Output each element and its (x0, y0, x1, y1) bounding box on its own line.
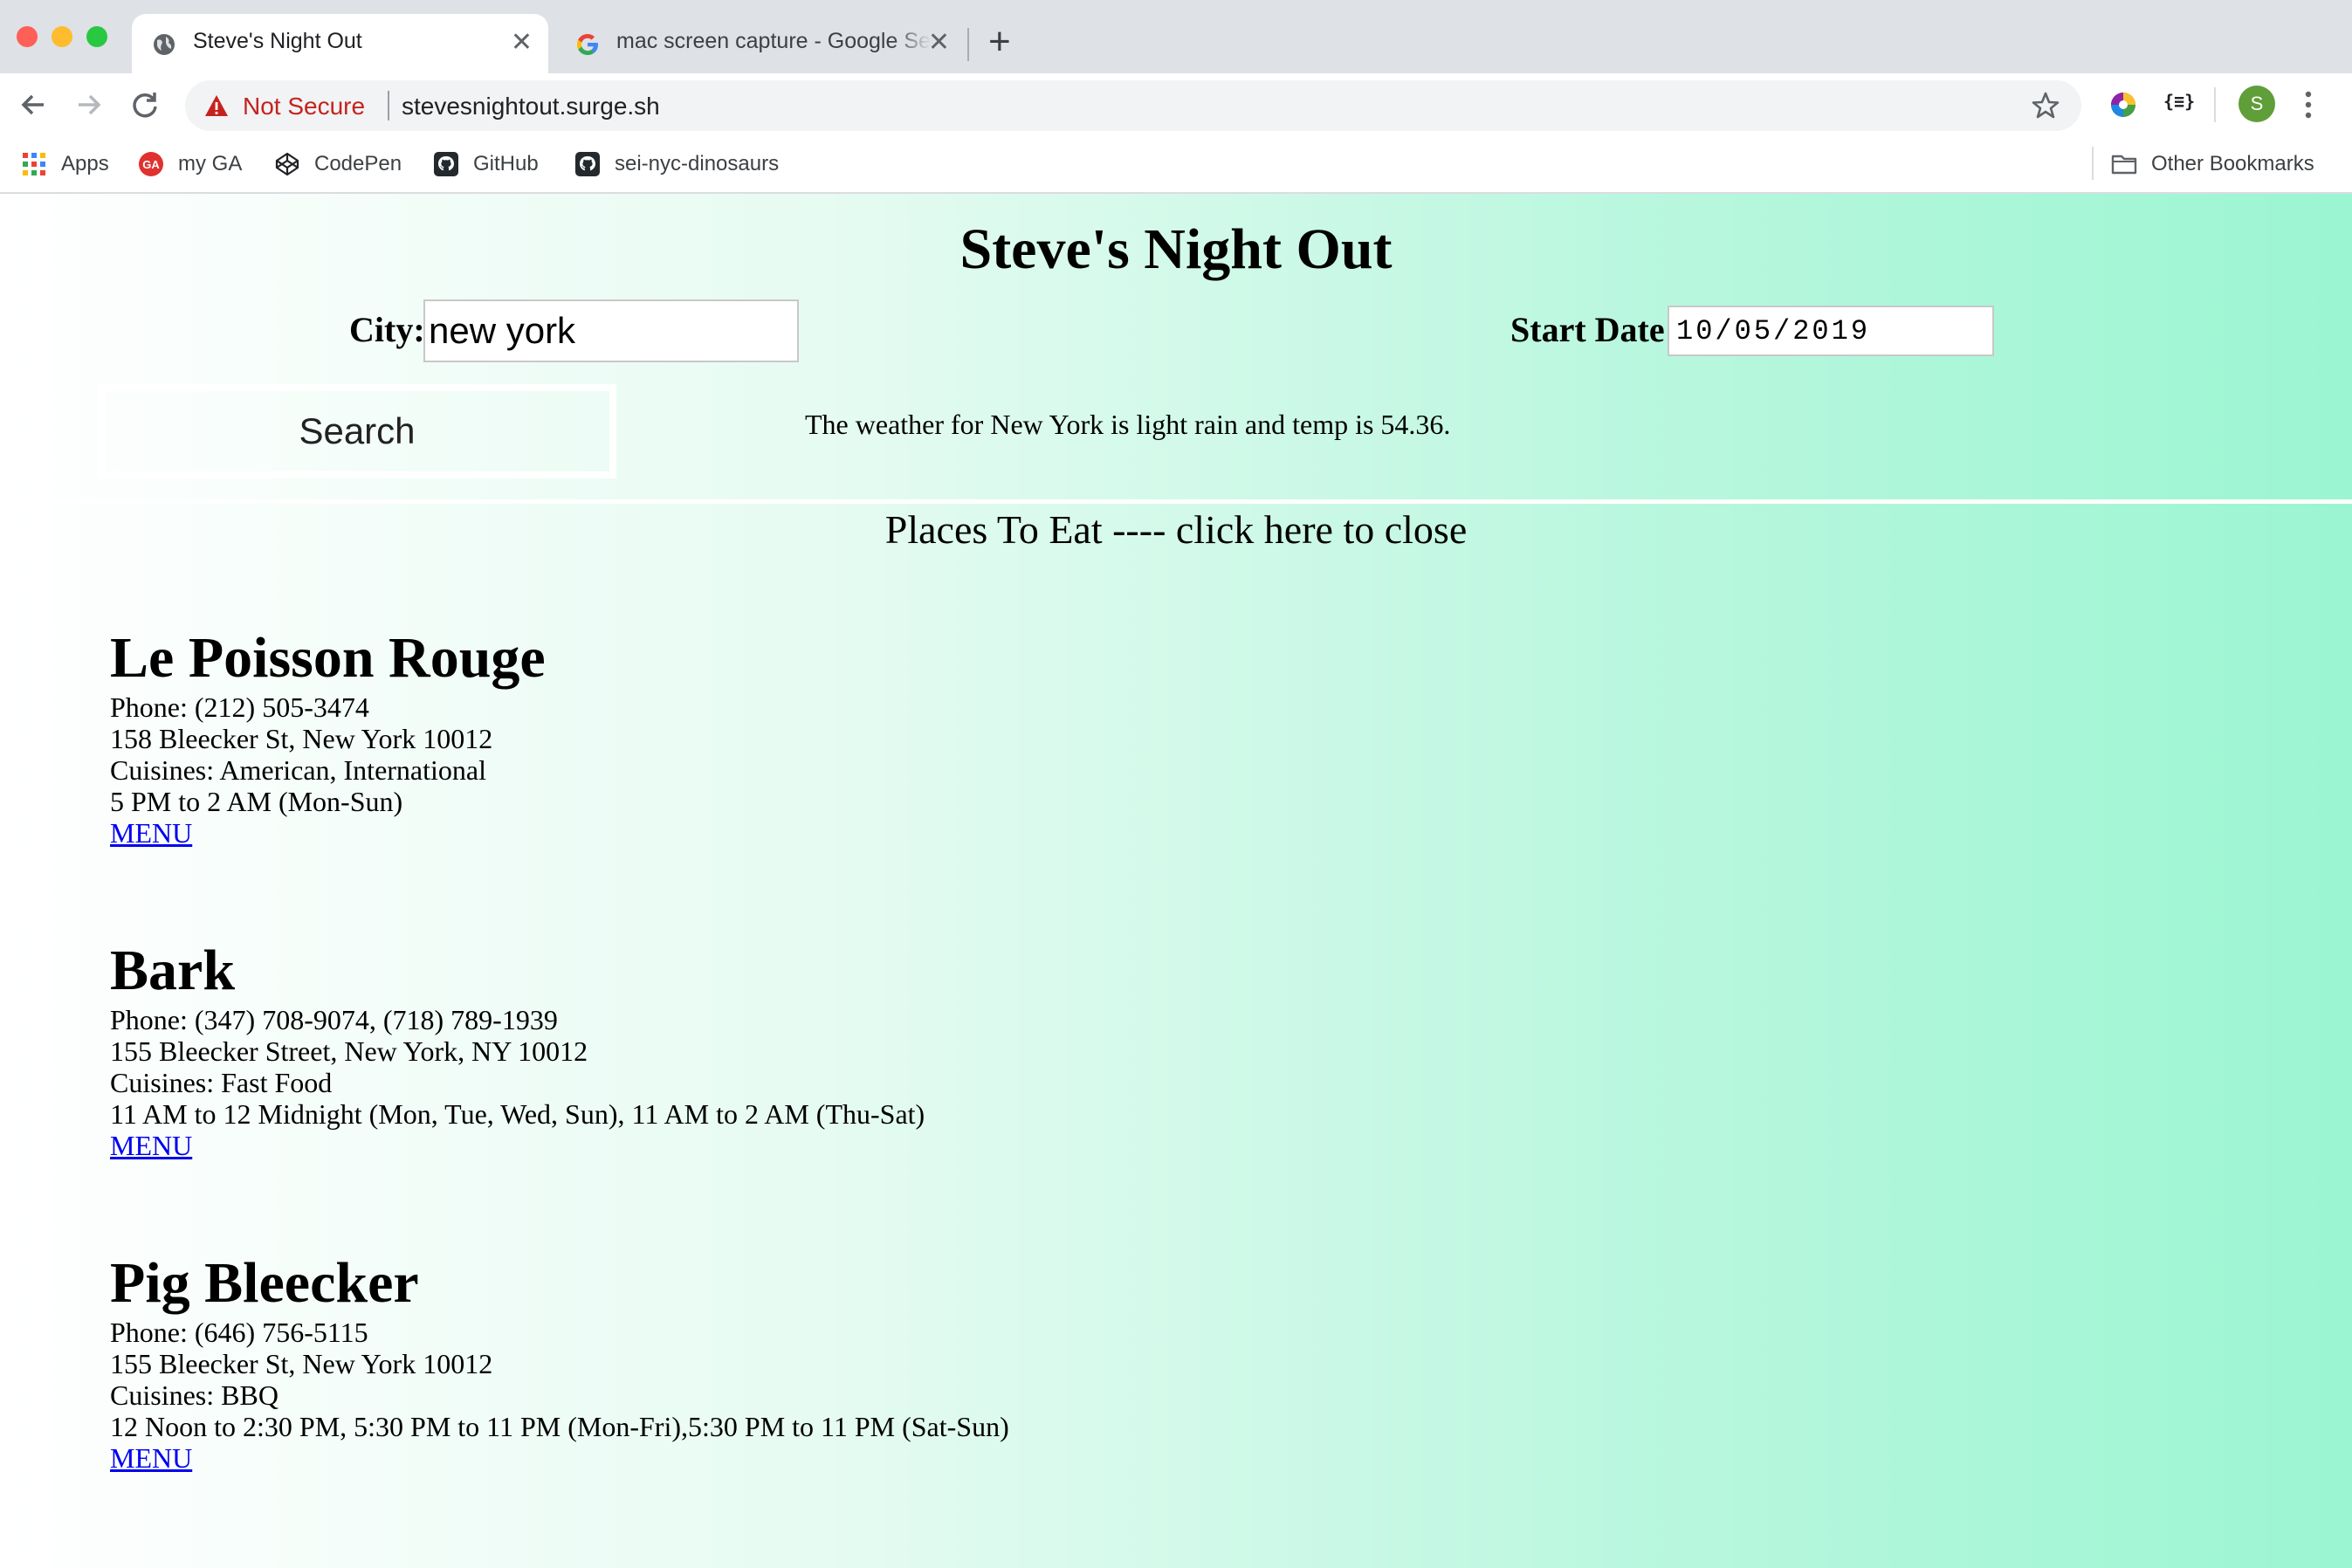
bookmark-github[interactable]: GitHub (433, 147, 539, 182)
menu-link[interactable]: MENU (110, 1442, 192, 1474)
github-icon (434, 152, 458, 176)
restaurant-card: Le Poisson Rouge Phone: (212) 505-3474 1… (110, 625, 1009, 938)
toolbar-separator (2214, 87, 2216, 122)
page-title: Steve's Night Out (959, 217, 1393, 281)
restaurant-phone: Phone: (212) 505-3474 (110, 691, 369, 723)
restaurant-cuisines: Cuisines: BBQ (110, 1379, 279, 1411)
bookmarks-separator (2092, 147, 2094, 180)
close-tab-icon[interactable]: ✕ (928, 30, 950, 56)
restaurant-cuisines: Cuisines: American, International (110, 754, 486, 786)
restaurant-card: Bark Phone: (347) 708-9074, (718) 789-19… (110, 938, 1009, 1250)
globe-icon (154, 34, 175, 55)
svg-text:GA: GA (142, 158, 160, 171)
tab-title: mac screen capture - Google Search (616, 29, 931, 53)
restaurant-cuisines: Cuisines: Fast Food (110, 1067, 333, 1098)
bookmark-sei-nyc-dinosaurs[interactable]: sei-nyc-dinosaurs (574, 147, 779, 182)
restaurant-phone: Phone: (646) 756-5115 (110, 1317, 368, 1348)
bookmark-my-ga[interactable]: GA my GA (138, 147, 242, 182)
reload-icon[interactable] (126, 86, 164, 124)
restaurant-address: 155 Bleecker St, New York 10012 (110, 1348, 493, 1379)
tab-separator (967, 28, 969, 61)
close-tab-icon[interactable]: ✕ (511, 30, 533, 56)
tab-title: Steve's Night Out (193, 29, 362, 53)
url-text[interactable]: stevesnightout.surge.sh (402, 93, 660, 120)
restaurant-hours: 11 AM to 12 Midnight (Mon, Tue, Wed, Sun… (110, 1098, 925, 1130)
google-icon (577, 34, 598, 55)
bookmark-star-icon[interactable] (2031, 91, 2060, 120)
bookmark-label: Apps (61, 152, 109, 175)
restaurant-name: Pig Bleecker (110, 1251, 419, 1315)
menu-link[interactable]: MENU (110, 1130, 192, 1161)
restaurant-address: 155 Bleecker Street, New York, NY 10012 (110, 1035, 588, 1067)
security-status[interactable]: Not Secure (243, 93, 365, 120)
menu-link[interactable]: MENU (110, 817, 192, 849)
color-picker-extension-icon[interactable] (2106, 87, 2141, 122)
restaurant-name: Le Poisson Rouge (110, 626, 546, 690)
tab-stevesnightout[interactable]: Steve's Night Out ✕ (132, 14, 548, 73)
more-menu-icon[interactable] (2300, 86, 2317, 124)
bookmark-apps[interactable]: Apps (21, 147, 109, 182)
restaurant-name: Bark (110, 939, 236, 1002)
back-arrow-icon[interactable] (14, 86, 52, 124)
bookmark-label: CodePen (314, 152, 402, 175)
ga-icon: GA (139, 152, 163, 176)
json-viewer-extension-icon[interactable]: {≡} (2163, 91, 2195, 112)
address-bar[interactable]: Not Secure stevesnightout.surge.sh (185, 80, 2081, 131)
restaurant-phone: Phone: (347) 708-9074, (718) 789-1939 (110, 1004, 558, 1035)
url-separator (388, 91, 389, 120)
browser-titlebar: Steve's Night Out ✕ mac screen capture -… (0, 0, 2352, 73)
browser-toolbar: Not Secure stevesnightout.surge.sh {≡} S (0, 73, 2352, 138)
section-divider (0, 499, 2352, 504)
bookmark-label: my GA (178, 152, 243, 175)
forward-arrow-icon[interactable] (70, 86, 108, 124)
search-button[interactable]: Search (98, 384, 616, 478)
restaurant-hours: 12 Noon to 2:30 PM, 5:30 PM to 11 PM (Mo… (110, 1411, 1009, 1442)
restaurant-card: Pig Bleecker Phone: (646) 756-5115 155 B… (110, 1250, 1009, 1563)
restaurant-list: Le Poisson Rouge Phone: (212) 505-3474 1… (110, 625, 1009, 1563)
weather-text: The weather for New York is light rain a… (805, 409, 1451, 440)
github-icon (575, 152, 600, 176)
bookmark-codepen[interactable]: CodePen (274, 147, 402, 182)
zoom-window-button[interactable] (86, 26, 107, 47)
close-window-button[interactable] (17, 26, 38, 47)
other-bookmarks[interactable]: Other Bookmarks (2111, 147, 2314, 182)
warning-icon (205, 95, 228, 116)
places-toggle[interactable]: Places To Eat ---- click here to close (0, 506, 2352, 553)
bookmark-label: sei-nyc-dinosaurs (615, 152, 780, 175)
tab-google-search[interactable]: mac screen capture - Google Search ✕ (555, 14, 966, 73)
start-date-input[interactable] (1668, 306, 1994, 356)
codepen-icon (275, 152, 299, 176)
page-viewport: Steve's Night Out City: Start Date: Sear… (0, 194, 2352, 1568)
restaurant-hours: 5 PM to 2 AM (Mon-Sun) (110, 786, 403, 817)
apps-grid-icon (23, 153, 45, 175)
start-date-label: Start Date: (1510, 310, 1676, 349)
minimize-window-button[interactable] (52, 26, 72, 47)
bookmark-label: Other Bookmarks (2151, 152, 2314, 175)
city-label: City: (349, 310, 425, 349)
bookmark-label: GitHub (473, 152, 539, 175)
profile-avatar[interactable]: S (2239, 86, 2275, 122)
bookmarks-bar: Apps GA my GA CodePen GitHub sei-nyc-din… (0, 138, 2352, 194)
new-tab-icon[interactable]: + (988, 19, 1011, 65)
folder-icon (2111, 155, 2137, 175)
restaurant-address: 158 Bleecker St, New York 10012 (110, 723, 493, 754)
city-input[interactable] (423, 299, 799, 362)
